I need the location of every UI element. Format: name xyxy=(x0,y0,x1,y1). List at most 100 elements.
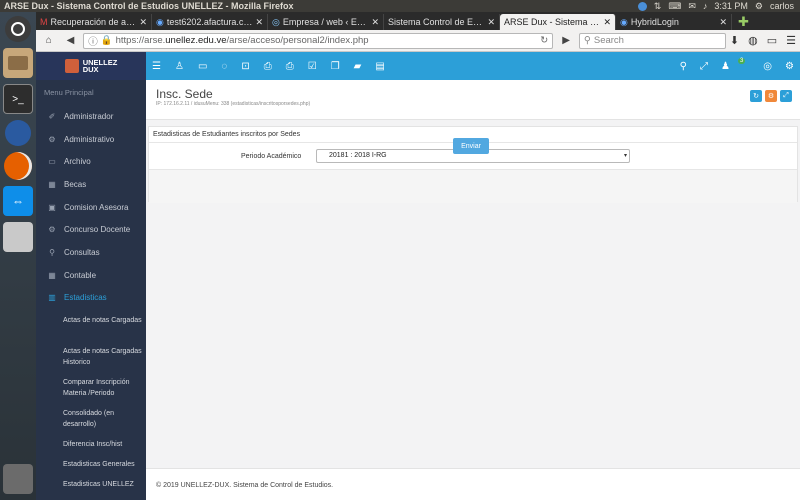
refresh-button[interactable]: ↻ xyxy=(750,90,762,102)
browser-navbar: ⌂ ◀ ⓘ 🔒 https://arse.unellez.edu.ve/arse… xyxy=(36,30,800,52)
gear-icon: ⚙ xyxy=(48,134,56,144)
close-icon[interactable]: ✕ xyxy=(603,17,611,28)
search-input[interactable]: ⚲ Search xyxy=(578,32,726,49)
checkbox-icon[interactable]: ☑ xyxy=(308,61,317,72)
home-icon[interactable]: ⌂ xyxy=(40,33,58,49)
user-icon[interactable]: ♙ xyxy=(175,61,184,72)
page-header: Insc. Sede IP: 172.16.2.11 / idusuMenu: … xyxy=(146,80,800,120)
info-icon[interactable]: ⓘ xyxy=(88,34,98,48)
sidebar-item-administrativo[interactable]: ⚙ Administrativo xyxy=(36,128,146,151)
gear-icon[interactable]: ⚙ xyxy=(785,61,794,72)
close-icon[interactable]: ✕ xyxy=(139,17,147,28)
chat-icon[interactable]: ◍ xyxy=(748,34,758,47)
browser-tab[interactable]: M Recuperación de ac… ✕ xyxy=(36,14,152,30)
firefox-app-icon[interactable] xyxy=(4,152,32,180)
print-icon[interactable]: ⎙ xyxy=(264,61,272,72)
submenu-item[interactable]: Consolidado (en desarrollo) xyxy=(36,408,146,439)
close-icon[interactable]: ✕ xyxy=(487,17,495,28)
panel-footer xyxy=(149,169,797,203)
monitor-icon[interactable]: ▭ xyxy=(198,61,207,72)
volume-icon[interactable]: ♪ xyxy=(703,1,708,11)
sidebar-item-becas[interactable]: ▦ Becas xyxy=(36,173,146,196)
refresh-icon[interactable]: ◎ xyxy=(763,61,772,72)
sidebar-icon[interactable]: ▭ xyxy=(767,34,777,47)
dash-button[interactable] xyxy=(5,16,31,42)
copy-icon[interactable]: ❐ xyxy=(331,61,340,72)
archive-icon: ▭ xyxy=(48,157,56,167)
trash-icon[interactable] xyxy=(3,464,33,494)
sidebar-item-label: Archivo xyxy=(64,157,91,167)
system-tray: ⇅ ⌨ ✉ ♪ 3:31 PM ⚙ carlos xyxy=(637,1,800,12)
settings-icon[interactable]: ⚙ xyxy=(755,1,763,12)
files-app-icon[interactable] xyxy=(3,48,33,78)
sidebar-item-concurso-docente[interactable]: ⚙ Concurso Docente xyxy=(36,218,146,241)
book-icon[interactable]: ▤ xyxy=(375,61,384,72)
folder-icon[interactable]: ▰ xyxy=(354,61,362,72)
sidebar-item-estadisticas[interactable]: ▥ Estadisticas xyxy=(36,287,146,310)
sidebar-item-label: Comision Asesora xyxy=(64,202,129,212)
users-icon[interactable]: ♟ xyxy=(721,61,730,72)
browser-tab[interactable]: Sistema Control de Est… ✕ xyxy=(384,14,500,30)
sidebar-title: Menu Principal xyxy=(44,88,94,97)
chrome-icon[interactable] xyxy=(637,1,647,11)
sidebar-item-consultas[interactable]: ⚲ Consultas xyxy=(36,241,146,264)
browser-tab[interactable]: ◉ HybridLogin ✕ xyxy=(616,14,732,30)
submit-button[interactable]: Enviar xyxy=(453,138,489,154)
menu-toggle-icon[interactable]: ☰ xyxy=(152,61,161,72)
browser-tab[interactable]: ◉ test6202.afactura.c… ✕ xyxy=(152,14,268,30)
search-icon: ⚲ xyxy=(49,247,55,257)
print-alt-icon[interactable]: ⎙ xyxy=(286,61,294,72)
url-bar[interactable]: ⓘ 🔒 https://arse.unellez.edu.ve/arse/acc… xyxy=(83,32,554,49)
terminal-app-icon[interactable]: >_ xyxy=(3,84,33,114)
gmail-icon: M xyxy=(40,17,48,27)
sidebar-item-contable[interactable]: ▦ Contable xyxy=(36,264,146,287)
app-header: UNELLEZ DUX ☰ ♙ ▭ ◌ ⊡ ⎙ ⎙ ☑ ❐ ▰ ▤ ⚲ ⤢ ♟ 3… xyxy=(36,52,800,80)
chevron-down-icon: ▾ xyxy=(623,153,627,159)
sidebar-item-archivo[interactable]: ▭ Archivo xyxy=(36,150,146,173)
submenu-item[interactable]: Actas de notas Cargadas xyxy=(36,315,146,346)
expand-icon[interactable]: ⤢ xyxy=(700,61,708,72)
browser-tab[interactable]: ◎ Empresa / web ‹ E-7… ✕ xyxy=(268,14,384,30)
tab-label: Recuperación de ac… xyxy=(50,17,137,27)
back-icon[interactable]: ◀ xyxy=(62,33,80,49)
menu-icon[interactable]: ☰ xyxy=(786,34,796,47)
submenu-item[interactable]: Estadisticas UNELLEZ xyxy=(36,479,146,499)
sidebar-item-administrador[interactable]: ✐ Administrador xyxy=(36,105,146,128)
new-tab-button[interactable]: ✚ xyxy=(732,14,755,30)
lock-icon[interactable]: ⊡ xyxy=(241,61,249,72)
comment-icon[interactable]: ◌ xyxy=(221,61,227,72)
page-title: Insc. Sede xyxy=(156,87,213,101)
browser-tab-active[interactable]: ARSE Dux - Sistema Co… ✕ xyxy=(500,14,616,30)
settings-button[interactable]: ⚙ xyxy=(765,90,777,102)
keyboard-icon[interactable]: ⌨ xyxy=(668,1,681,12)
reload-icon[interactable]: ↻ xyxy=(540,35,548,46)
close-icon[interactable]: ✕ xyxy=(255,17,263,28)
close-icon[interactable]: ✕ xyxy=(719,17,727,28)
forward-icon[interactable]: ▶ xyxy=(557,33,575,49)
drive-app-icon[interactable] xyxy=(3,222,33,252)
submenu-item[interactable]: Diferencia Insc/hist xyxy=(36,439,146,459)
page-footer: © 2019 UNELLEZ-DUX. Sistema de Control d… xyxy=(146,468,800,500)
pencil-icon: ✐ xyxy=(48,111,56,121)
submenu-item[interactable]: Actas de notas Cargadas Historico xyxy=(36,346,146,377)
close-icon[interactable]: ✕ xyxy=(371,17,379,28)
clock[interactable]: 3:31 PM xyxy=(714,1,748,11)
app-logo[interactable]: UNELLEZ DUX xyxy=(36,52,146,80)
user-name[interactable]: carlos xyxy=(770,1,794,11)
periodo-label: Periodo Académico xyxy=(241,153,302,160)
url-prefix: https://arse. xyxy=(115,35,166,46)
submenu-item[interactable]: Comparar Inscripción Materia /Periodo xyxy=(36,377,146,408)
calculator-icon: ▦ xyxy=(48,270,56,280)
expand-button[interactable]: ⤢ xyxy=(780,90,792,102)
mail-icon[interactable]: ✉ xyxy=(688,1,696,12)
search-placeholder: Search xyxy=(593,35,624,46)
search-icon[interactable]: ⚲ xyxy=(680,61,687,72)
network-icon[interactable]: ⇅ xyxy=(654,1,662,12)
logo-mark-icon xyxy=(64,59,79,73)
globe-app-icon[interactable] xyxy=(5,120,31,146)
teamviewer-app-icon[interactable]: ⇔ xyxy=(3,186,33,216)
sidebar-item-label: Administrador xyxy=(64,111,114,121)
sidebar-item-comision-asesora[interactable]: ▣ Comision Asesora xyxy=(36,196,146,219)
download-icon[interactable]: ⬇ xyxy=(730,34,739,47)
submenu-item[interactable]: Estadisticas Generales xyxy=(36,459,146,479)
